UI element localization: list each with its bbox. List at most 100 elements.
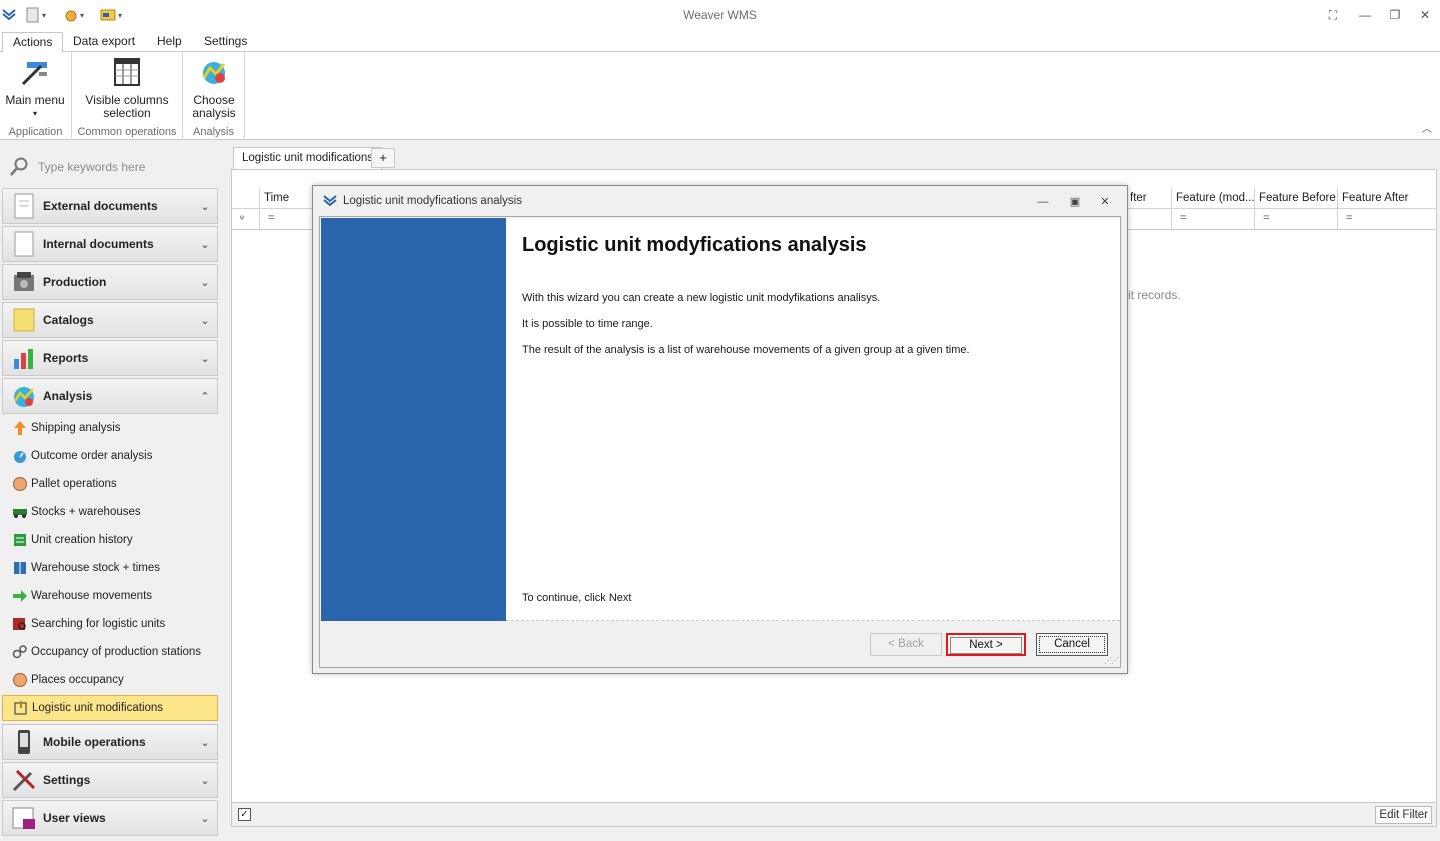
tab-logistic-unit-modifications[interactable]: Logistic unit modifications (233, 147, 383, 169)
dialog-title-bar[interactable]: Logistic unit modyfications analysis (313, 186, 1127, 216)
user-views-icon (12, 807, 35, 829)
title-bar: ▾ ▾ ▾ Weaver WMS ⛶ — ❐ ✕ (0, 0, 1440, 30)
sidebar-item-label: Pallet operations (31, 478, 117, 490)
minimize-button[interactable]: — (1356, 6, 1374, 24)
places-icon (13, 673, 27, 687)
nav-group-analysis[interactable]: Analysis ⌃ (2, 378, 218, 414)
nav-group-user-views[interactable]: User views ⌄ (2, 800, 218, 836)
nav-group-label: Production (43, 275, 107, 289)
group-label-application: Application (8, 126, 63, 138)
filter-cell-feature-after[interactable]: = (1338, 209, 1436, 229)
filter-cell-feature-mod[interactable]: = (1172, 209, 1255, 229)
ribbon-group-analysis: Choose analysis Analysis (183, 52, 245, 140)
sidebar-item-warehouse-stock-times[interactable]: Warehouse stock + times (2, 555, 218, 581)
nav-group-label: Catalogs (43, 313, 94, 327)
wizard-side-banner (321, 218, 506, 621)
fullscreen-icon[interactable]: ⛶ (1324, 6, 1342, 24)
restore-button[interactable]: ❐ (1386, 6, 1404, 24)
nav-group-label: Analysis (43, 389, 93, 403)
sidebar-item-unit-creation-history[interactable]: Unit creation history (2, 527, 218, 553)
sidebar-item-occupancy-production-stations[interactable]: Occupancy of production stations (2, 639, 218, 665)
sidebar-item-searching-logistic-units[interactable]: Searching for logistic units (2, 611, 218, 637)
back-button[interactable]: < Back (870, 633, 942, 656)
sidebar-item-stocks-warehouses[interactable]: Stocks + warehouses (2, 499, 218, 525)
chevron-down-icon: ⌄ (200, 200, 210, 213)
sidebar-item-shipping-analysis[interactable]: Shipping analysis (2, 415, 218, 441)
sidebar-item-label: Warehouse stock + times (31, 562, 160, 574)
visible-columns-button[interactable]: Visible columns selection (82, 56, 172, 120)
chevron-down-icon: ⌄ (200, 812, 210, 825)
sidebar-item-label: Searching for logistic units (31, 618, 166, 630)
sidebar-item-places-occupancy[interactable]: Places occupancy (2, 667, 218, 693)
main-menu-button[interactable]: Main menu ▾ (4, 56, 66, 120)
tab-data-export[interactable]: Data export (63, 32, 145, 53)
history-icon (14, 534, 26, 546)
tab-actions[interactable]: Actions (2, 32, 64, 53)
dialog-close-button[interactable]: ✕ (1097, 194, 1113, 210)
nav-group-label: External documents (43, 199, 158, 213)
sidebar-item-label: Outcome order analysis (31, 450, 153, 462)
arrow-right-icon (13, 590, 27, 602)
analysis-icon (13, 387, 34, 407)
nav-group-production[interactable]: Production ⌄ (2, 264, 218, 300)
column-header-after[interactable]: fter (1126, 188, 1172, 209)
production-icon (14, 272, 34, 291)
column-header-time[interactable]: Time (260, 188, 314, 209)
nav-group-reports[interactable]: Reports ⌄ (2, 340, 218, 376)
sidebar-search[interactable]: Type keywords here (8, 157, 208, 177)
wizard-continue-text: To continue, click Next (522, 592, 632, 604)
dialog-minimize-button[interactable]: — (1035, 194, 1051, 210)
chevron-down-icon: ⌄ (200, 736, 210, 749)
nav-group-label: Reports (43, 351, 89, 365)
filter-cell-after[interactable] (1126, 209, 1172, 229)
sidebar-item-label: Unit creation history (31, 534, 133, 546)
resize-grip-icon[interactable]: ⋰⋰ (1104, 656, 1119, 665)
filter-bar: ✓ Edit Filter (231, 803, 1437, 827)
main-menu-label: Main menu (5, 93, 65, 107)
tab-settings[interactable]: Settings (194, 32, 257, 53)
choose-analysis-button[interactable]: Choose analysis (187, 56, 241, 120)
filter-cell-feature-before[interactable]: = (1255, 209, 1338, 229)
edit-filter-button[interactable]: Edit Filter (1375, 806, 1432, 824)
close-button[interactable]: ✕ (1416, 6, 1434, 24)
window-title: Weaver WMS (683, 8, 757, 22)
sidebar-item-warehouse-movements[interactable]: Warehouse movements (2, 583, 218, 609)
grid-corner (232, 188, 260, 209)
truck-icon (13, 509, 27, 518)
cancel-button[interactable]: Cancel (1036, 633, 1108, 656)
column-header-feature-before[interactable]: Feature Before (1255, 188, 1338, 209)
dialog-restore-button[interactable]: ▣ (1067, 194, 1083, 210)
filter-cell-time[interactable]: = (260, 209, 314, 229)
collapse-ribbon-icon[interactable]: ︿ (1422, 120, 1432, 135)
column-header-feature-mod[interactable]: Feature (mod... (1172, 188, 1255, 209)
wizard-paragraph: It is possible to time range. (522, 318, 653, 330)
wizard-paragraph: With this wizard you can create a new lo… (522, 292, 881, 304)
warehouse-icon (14, 562, 26, 574)
next-button[interactable]: Next > (946, 633, 1026, 656)
sidebar-item-outcome-order-analysis[interactable]: Outcome order analysis (2, 443, 218, 469)
nav-group-catalogs[interactable]: Catalogs ⌄ (2, 302, 218, 338)
wizard-content: Logistic unit modyfications analysis Wit… (506, 218, 1120, 621)
modify-unit-icon (14, 701, 27, 715)
nav-group-mobile-operations[interactable]: Mobile operations ⌄ (2, 724, 218, 760)
tools-icon (12, 769, 36, 792)
sidebar-item-label: Places occupancy (31, 674, 124, 686)
cancel-button-label: Cancel (1039, 636, 1105, 653)
wizard-dialog: Logistic unit modyfications analysis — ▣… (312, 185, 1128, 674)
columns-icon (114, 58, 140, 86)
tab-help[interactable]: Help (147, 32, 192, 53)
search-unit-icon (13, 618, 26, 630)
mobile-icon (18, 730, 30, 754)
add-tab-button[interactable]: + (371, 148, 395, 168)
document-icon (14, 193, 34, 219)
sidebar-item-pallet-operations[interactable]: Pallet operations (2, 471, 218, 497)
wizard-paragraph: The result of the analysis is a list of … (522, 344, 970, 356)
nav-group-external-documents[interactable]: External documents ⌄ (2, 188, 218, 224)
sidebar-item-logistic-unit-modifications[interactable]: Logistic unit modifications (2, 695, 218, 721)
column-header-feature-after[interactable]: Feature After (1338, 188, 1436, 209)
chevron-down-icon: ⌄ (200, 774, 210, 787)
filter-enable-checkbox[interactable]: ✓ (238, 808, 251, 821)
search-input[interactable]: Type keywords here (38, 160, 145, 174)
nav-group-settings[interactable]: Settings ⌄ (2, 762, 218, 798)
nav-group-internal-documents[interactable]: Internal documents ⌄ (2, 226, 218, 262)
